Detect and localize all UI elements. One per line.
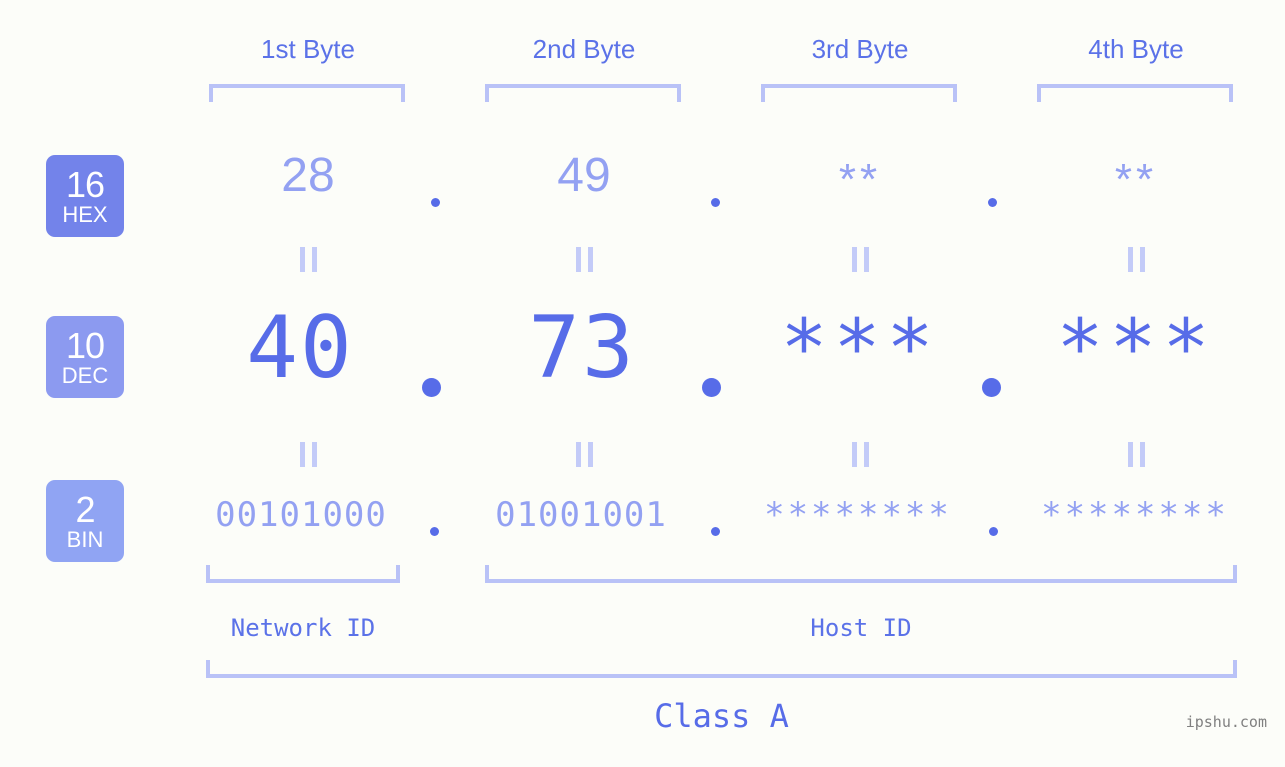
byte-bracket-3 bbox=[761, 84, 957, 102]
network-id-label: Network ID bbox=[230, 614, 376, 642]
site-watermark: ipshu.com bbox=[1185, 713, 1267, 731]
bin-byte-2: 01001001 bbox=[495, 495, 667, 535]
equals-mark-dec-bin-2 bbox=[569, 442, 599, 467]
byte-header-2: 2nd Byte bbox=[532, 34, 636, 64]
bin-separator-dot-1 bbox=[430, 527, 439, 536]
network-id-bracket bbox=[206, 565, 400, 583]
equals-mark-dec-bin-4 bbox=[1121, 442, 1151, 467]
dec-separator-dot-2 bbox=[702, 378, 721, 397]
bin-byte-4: ******** bbox=[1041, 495, 1229, 535]
bin-separator-dot-3 bbox=[989, 527, 998, 536]
equals-mark-dec-bin-1 bbox=[293, 442, 323, 467]
hex-separator-dot-2 bbox=[711, 198, 720, 207]
byte-header-4: 4th Byte bbox=[1088, 34, 1184, 64]
class-label: Class A bbox=[654, 697, 789, 735]
host-id-label: Host ID bbox=[810, 614, 912, 642]
equals-mark-hex-dec-2 bbox=[569, 247, 599, 272]
byte-bracket-2 bbox=[485, 84, 681, 102]
base-badge-dec-abbr: DEC bbox=[61, 362, 109, 388]
equals-mark-dec-bin-3 bbox=[845, 442, 875, 467]
ip-address-breakdown-diagram: 1st Byte 2nd Byte 3rd Byte 4th Byte 16 H… bbox=[0, 0, 1285, 767]
equals-mark-hex-dec-1 bbox=[293, 247, 323, 272]
dec-byte-1: 40 bbox=[246, 298, 354, 398]
dec-separator-dot-3 bbox=[982, 378, 1001, 397]
base-badge-hex-number: 16 bbox=[65, 163, 105, 205]
host-id-bracket bbox=[485, 565, 1237, 583]
hex-separator-dot-1 bbox=[431, 198, 440, 207]
base-badge-dec-number: 10 bbox=[65, 324, 105, 366]
hex-byte-3: ** bbox=[838, 155, 882, 204]
bin-separator-dot-2 bbox=[711, 527, 720, 536]
equals-mark-hex-dec-4 bbox=[1121, 247, 1151, 272]
base-badge-hex: 16 HEX bbox=[46, 155, 124, 237]
bin-byte-3: ******** bbox=[764, 495, 952, 535]
bin-byte-1: 00101000 bbox=[215, 495, 387, 535]
byte-header-1: 1st Byte bbox=[261, 34, 355, 64]
dec-byte-2: 73 bbox=[528, 298, 636, 398]
hex-byte-1: 28 bbox=[281, 149, 335, 202]
base-badge-hex-abbr: HEX bbox=[62, 201, 108, 227]
equals-mark-hex-dec-3 bbox=[845, 247, 875, 272]
base-badge-bin: 2 BIN bbox=[46, 480, 124, 562]
base-badge-bin-number: 2 bbox=[75, 488, 95, 530]
hex-byte-4: ** bbox=[1114, 155, 1158, 204]
hex-separator-dot-3 bbox=[988, 198, 997, 207]
base-badge-bin-abbr: BIN bbox=[66, 526, 104, 552]
byte-bracket-4 bbox=[1037, 84, 1233, 102]
class-bracket bbox=[206, 660, 1237, 678]
byte-header-3: 3rd Byte bbox=[811, 34, 909, 64]
dec-separator-dot-1 bbox=[422, 378, 441, 397]
hex-byte-2: 49 bbox=[557, 149, 611, 202]
base-badge-dec: 10 DEC bbox=[46, 316, 124, 398]
byte-bracket-1 bbox=[209, 84, 405, 102]
dec-byte-3: *** bbox=[780, 304, 940, 394]
dec-byte-4: *** bbox=[1056, 304, 1216, 394]
